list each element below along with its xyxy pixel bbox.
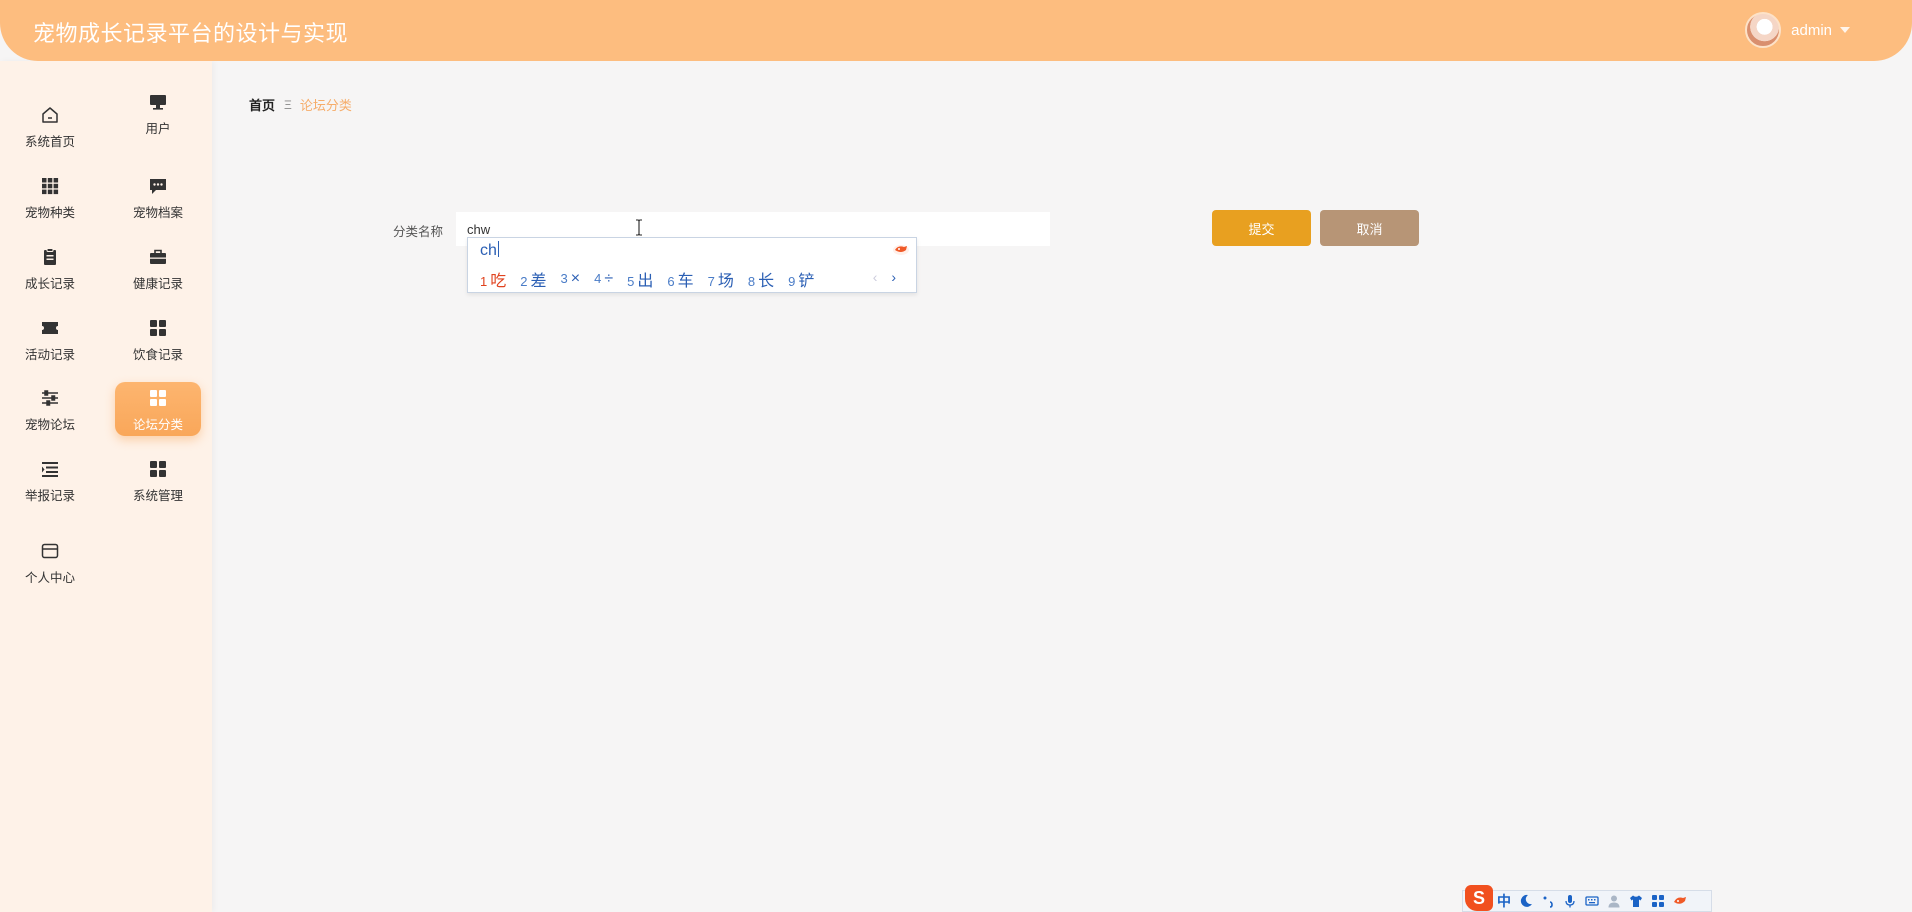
chat-icon — [147, 175, 169, 197]
sidebar-item-home[interactable]: 系统首页 — [7, 99, 93, 153]
category-name-label: 分类名称 — [393, 225, 444, 239]
ime-candidate-window: ch 1吃 2差 3 × 4 ÷ 5出 6车 7场 8长 9铲 ‹ › — [467, 237, 917, 293]
grid-icon — [147, 387, 169, 409]
sliders-icon — [39, 387, 61, 409]
ime-candidates: 1吃 2差 3 × 4 ÷ 5出 6车 7场 8长 9铲 — [480, 267, 828, 291]
sidebar-item-system-management[interactable]: 系统管理 — [115, 453, 201, 507]
sidebar-item-label: 论坛分类 — [132, 418, 183, 432]
submit-button[interactable]: 提交 — [1212, 210, 1311, 246]
ime-candidate[interactable]: 5出 — [627, 267, 653, 291]
ime-candidate[interactable]: 7场 — [708, 267, 734, 291]
sidebar: 系统首页 用户 宠物种类 宠物档案 成长记录 健康记录 活动记录 饮食记录 宠物… — [0, 61, 212, 912]
grid-icon — [147, 317, 169, 339]
sidebar-item-label: 宠物论坛 — [24, 418, 75, 432]
ime-candidate[interactable]: 8长 — [748, 267, 774, 291]
sidebar-item-label: 饮食记录 — [132, 348, 183, 362]
monitor-icon — [147, 91, 169, 113]
briefcase-icon — [147, 246, 169, 268]
sidebar-item-diet-records[interactable]: 饮食记录 — [115, 312, 201, 366]
user-menu[interactable]: admin — [1745, 11, 1850, 49]
app-title: 宠物成长记录平台的设计与实现 — [33, 21, 349, 46]
avatar[interactable] — [1745, 12, 1782, 48]
sidebar-item-users[interactable]: 用户 — [115, 86, 201, 140]
skin-shirt-icon[interactable] — [1625, 892, 1647, 910]
sidebar-item-pet-types[interactable]: 宠物种类 — [7, 170, 93, 224]
sidebar-item-label: 活动记录 — [24, 348, 75, 362]
grid-icon — [39, 175, 61, 197]
card-icon — [39, 540, 61, 562]
breadcrumb-separator-icon: Ξ — [284, 97, 292, 112]
ime-page-nav: ‹ › — [873, 269, 896, 285]
sidebar-item-label: 用户 — [145, 122, 171, 136]
breadcrumb: 首页 Ξ 论坛分类 — [249, 95, 352, 114]
ticket-icon — [39, 317, 61, 339]
home-icon — [39, 104, 61, 126]
ime-skin-icon[interactable] — [892, 242, 910, 256]
user-icon[interactable] — [1603, 892, 1625, 910]
breadcrumb-current: 论坛分类 — [299, 98, 352, 113]
sidebar-item-label: 宠物种类 — [24, 206, 75, 220]
ime-candidate[interactable]: 3 × — [561, 270, 581, 288]
sidebar-item-label: 宠物档案 — [132, 206, 183, 220]
ime-candidate[interactable]: 4 ÷ — [594, 270, 613, 288]
ime-candidate[interactable]: 6车 — [667, 267, 693, 291]
sidebar-item-label: 系统管理 — [132, 489, 183, 503]
sidebar-item-pet-profiles[interactable]: 宠物档案 — [115, 170, 201, 224]
sidebar-item-health-records[interactable]: 健康记录 — [115, 241, 201, 295]
list-icon — [39, 458, 61, 480]
sidebar-item-pet-forum[interactable]: 宠物论坛 — [7, 382, 93, 436]
sidebar-item-activity-records[interactable]: 活动记录 — [7, 312, 93, 366]
ime-mode-chinese[interactable]: 中 — [1493, 892, 1515, 910]
microphone-icon[interactable] — [1559, 892, 1581, 910]
sidebar-item-personal-center[interactable]: 个人中心 — [7, 535, 93, 589]
ime-next-page-icon[interactable]: › — [891, 269, 896, 285]
sidebar-item-label: 举报记录 — [24, 489, 75, 503]
sidebar-item-forum-categories[interactable]: 论坛分类 — [115, 382, 201, 436]
moon-icon[interactable] — [1515, 892, 1537, 910]
sidebar-item-label: 健康记录 — [132, 277, 183, 291]
sogou-logo-icon[interactable]: S — [1465, 885, 1493, 911]
sidebar-item-label: 成长记录 — [24, 277, 75, 291]
cancel-button[interactable]: 取消 — [1320, 210, 1419, 246]
sidebar-item-report-records[interactable]: 举报记录 — [7, 453, 93, 507]
grid-icon — [147, 458, 169, 480]
ime-composition: ch — [480, 241, 499, 259]
ime-candidate[interactable]: 2差 — [520, 267, 546, 291]
sidebar-item-label: 个人中心 — [24, 571, 75, 585]
sidebar-item-growth-records[interactable]: 成长记录 — [7, 241, 93, 295]
caret-down-icon[interactable] — [1840, 27, 1850, 33]
ime-toolbar: S 中 — [1462, 885, 1712, 912]
username[interactable]: admin — [1791, 22, 1832, 39]
breadcrumb-home[interactable]: 首页 — [249, 95, 275, 114]
sidebar-item-label: 系统首页 — [24, 135, 75, 149]
punctuation-icon[interactable] — [1537, 892, 1559, 910]
apps-grid-icon[interactable] — [1647, 892, 1669, 910]
clipboard-icon — [39, 246, 61, 268]
ime-mascot-icon[interactable] — [1669, 892, 1691, 910]
keyboard-icon[interactable] — [1581, 892, 1603, 910]
text-cursor-icon — [636, 219, 642, 236]
ime-prev-page-icon[interactable]: ‹ — [873, 269, 878, 285]
top-header: 宠物成长记录平台的设计与实现 admin — [0, 0, 1912, 61]
ime-candidate[interactable]: 1吃 — [480, 267, 506, 291]
ime-candidate[interactable]: 9铲 — [788, 267, 814, 291]
